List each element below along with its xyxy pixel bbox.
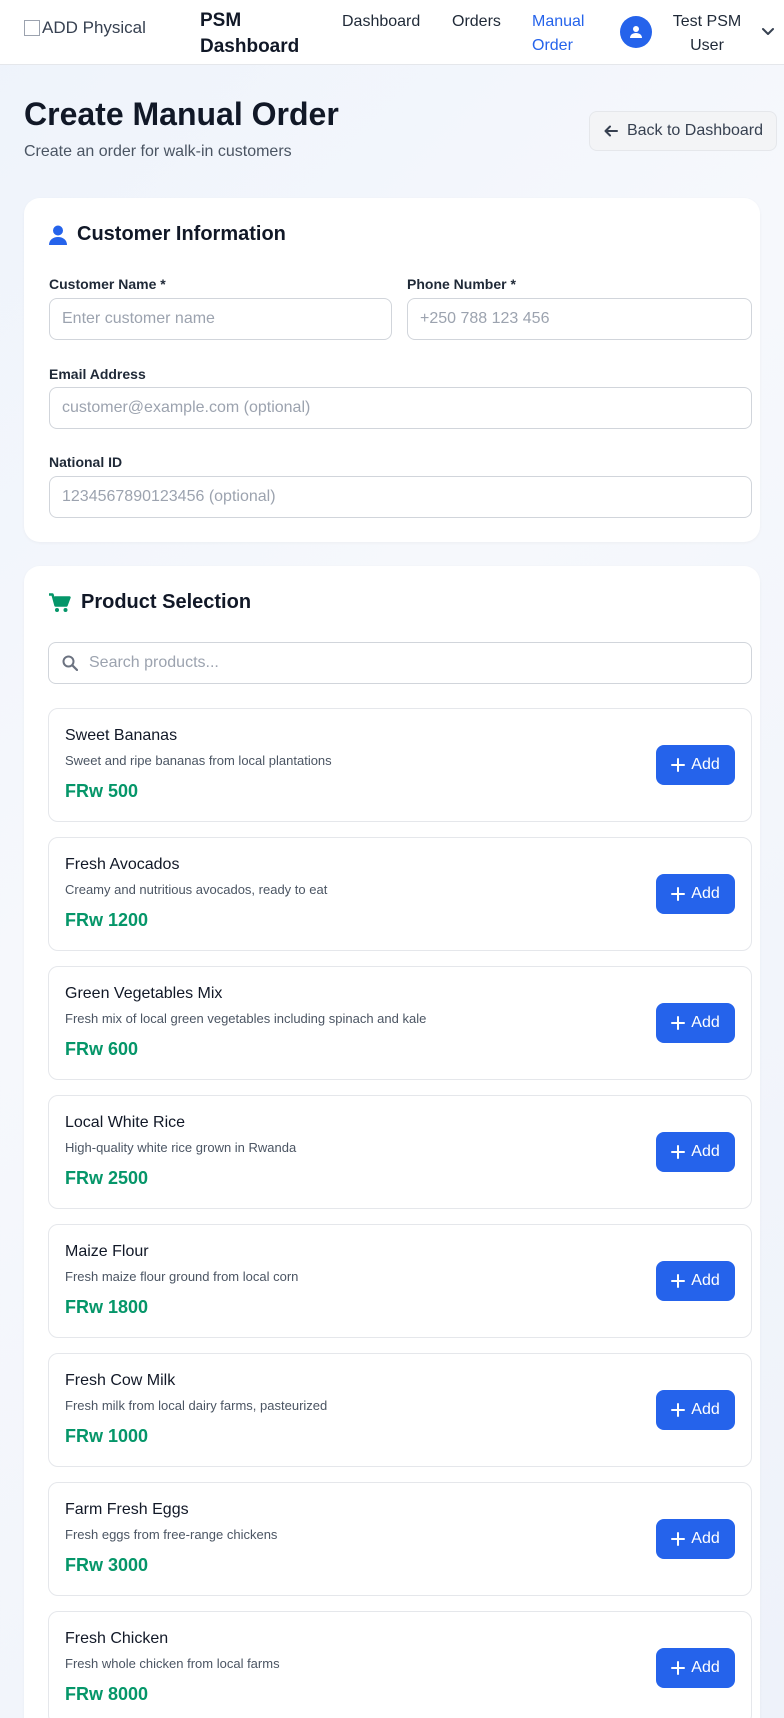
plus-icon [671,1403,686,1417]
product-selection-card: Product Selection Sweet Bananas Sweet and… [24,566,760,1718]
product-description: Creamy and nutritious avocados, ready to… [65,882,328,897]
plus-icon [671,1274,686,1288]
product-price: FRw 2500 [65,1168,149,1188]
add-button-label: Add [691,1401,720,1418]
logo[interactable]: ADD Physical [24,18,154,52]
plus-icon [671,758,686,772]
product-item: Fresh Cow Milk Fresh milk from local dair… [48,1353,752,1467]
product-name: Fresh Cow Milk [65,1372,176,1389]
back-button-label: Back to Dashboard [626,122,764,139]
product-name: Maize Flour [65,1243,149,1260]
product-item: Farm Fresh Eggs Fresh eggs from free-rang… [48,1482,752,1596]
product-search [48,642,752,684]
chevron-down-icon[interactable] [760,24,776,40]
add-product-button[interactable]: Add [656,1648,735,1688]
add-button-label: Add [691,1272,720,1289]
product-price: FRw 600 [65,1039,139,1059]
add-button-label: Add [691,756,720,773]
product-price: FRw 500 [65,781,139,801]
customer-info-title: Customer Information [77,223,286,245]
product-name: Local White Rice [65,1114,186,1131]
add-product-button[interactable]: Add [656,1390,735,1430]
user-name[interactable]: Test PSM User [664,10,750,58]
add-button-label: Add [691,1530,720,1547]
customer-info-card: Customer Information Customer Name * Pho… [24,198,760,542]
user-icon [49,225,67,245]
back-to-dashboard-button[interactable]: Back to Dashboard [589,111,777,151]
add-product-button[interactable]: Add [656,745,735,785]
user-avatar[interactable] [620,16,652,48]
product-selection-title: Product Selection [81,591,252,613]
product-price: FRw 8000 [65,1684,149,1704]
product-item: Maize Flour Fresh maize flour ground from… [48,1224,752,1338]
nav-link-dashboard[interactable]: Dashboard [342,10,420,34]
nav-link-manual-order[interactable]: Manual Order [532,10,602,58]
product-price: FRw 1800 [65,1297,149,1317]
add-button-label: Add [691,1143,720,1160]
product-description: High-quality white rice grown in Rwanda [65,1140,297,1155]
product-item: Fresh Chicken Fresh whole chicken from lo… [48,1611,752,1718]
search-icon [62,655,78,671]
plus-icon [671,1016,686,1030]
product-search-input[interactable] [48,642,752,684]
product-description: Fresh mix of local green vegetables incl… [65,1011,427,1026]
add-product-button[interactable]: Add [656,1261,735,1301]
product-item: Green Vegetables Mix Fresh mix of local g… [48,966,752,1080]
email-input[interactable] [49,387,752,429]
product-description: Fresh maize flour ground from local corn [65,1269,299,1284]
plus-icon [671,1661,686,1675]
email-label: Email Address [49,366,146,382]
plus-icon [671,1145,686,1159]
product-price: FRw 1200 [65,910,149,930]
product-description: Sweet and ripe bananas from local planta… [65,753,332,768]
add-button-label: Add [691,885,720,902]
product-name: Fresh Chicken [65,1630,169,1647]
product-description: Fresh whole chicken from local farms [65,1656,280,1671]
product-item: Local White Rice High-quality white rice … [48,1095,752,1209]
phone-number-input[interactable] [407,298,752,340]
brand-title[interactable]: PSM Dashboard [200,8,310,60]
product-name: Fresh Avocados [65,856,180,873]
plus-icon [671,887,686,901]
logo-alt-text: ADD Physical [42,18,146,37]
product-name: Sweet Bananas [65,727,178,744]
add-button-label: Add [691,1014,720,1031]
top-nav: ADD Physical PSM Dashboard Dashboard Ord… [0,0,784,65]
add-product-button[interactable]: Add [656,874,735,914]
product-name: Farm Fresh Eggs [65,1501,189,1518]
page-subtitle: Create an order for walk-in customers [24,143,292,160]
product-description: Fresh milk from local dairy farms, paste… [65,1398,328,1413]
nav-link-orders[interactable]: Orders [452,10,501,34]
plus-icon [671,1532,686,1546]
arrow-left-icon [604,125,618,137]
add-product-button[interactable]: Add [656,1003,735,1043]
product-name: Green Vegetables Mix [65,985,223,1002]
national-id-label: National ID [49,454,123,470]
phone-number-label: Phone Number * [407,276,516,292]
product-price: FRw 1000 [65,1426,149,1446]
customer-name-label: Customer Name * [49,276,166,292]
customer-info-heading: Customer Information [49,223,286,246]
product-selection-heading: Product Selection [49,591,251,614]
product-item: Fresh Avocados Creamy and nutritious avoc… [48,837,752,951]
customer-name-input[interactable] [49,298,392,340]
add-button-label: Add [691,1659,720,1676]
product-price: FRw 3000 [65,1555,149,1575]
product-description: Fresh eggs from free-range chickens [65,1527,278,1542]
add-product-button[interactable]: Add [656,1519,735,1559]
cart-icon [49,592,71,612]
product-item: Sweet Bananas Sweet and ripe bananas from… [48,708,752,822]
page-title: Create Manual Order [24,96,339,132]
broken-image-icon [24,20,40,36]
national-id-input[interactable] [49,476,752,518]
add-product-button[interactable]: Add [656,1132,735,1172]
user-circle-icon [630,26,642,38]
